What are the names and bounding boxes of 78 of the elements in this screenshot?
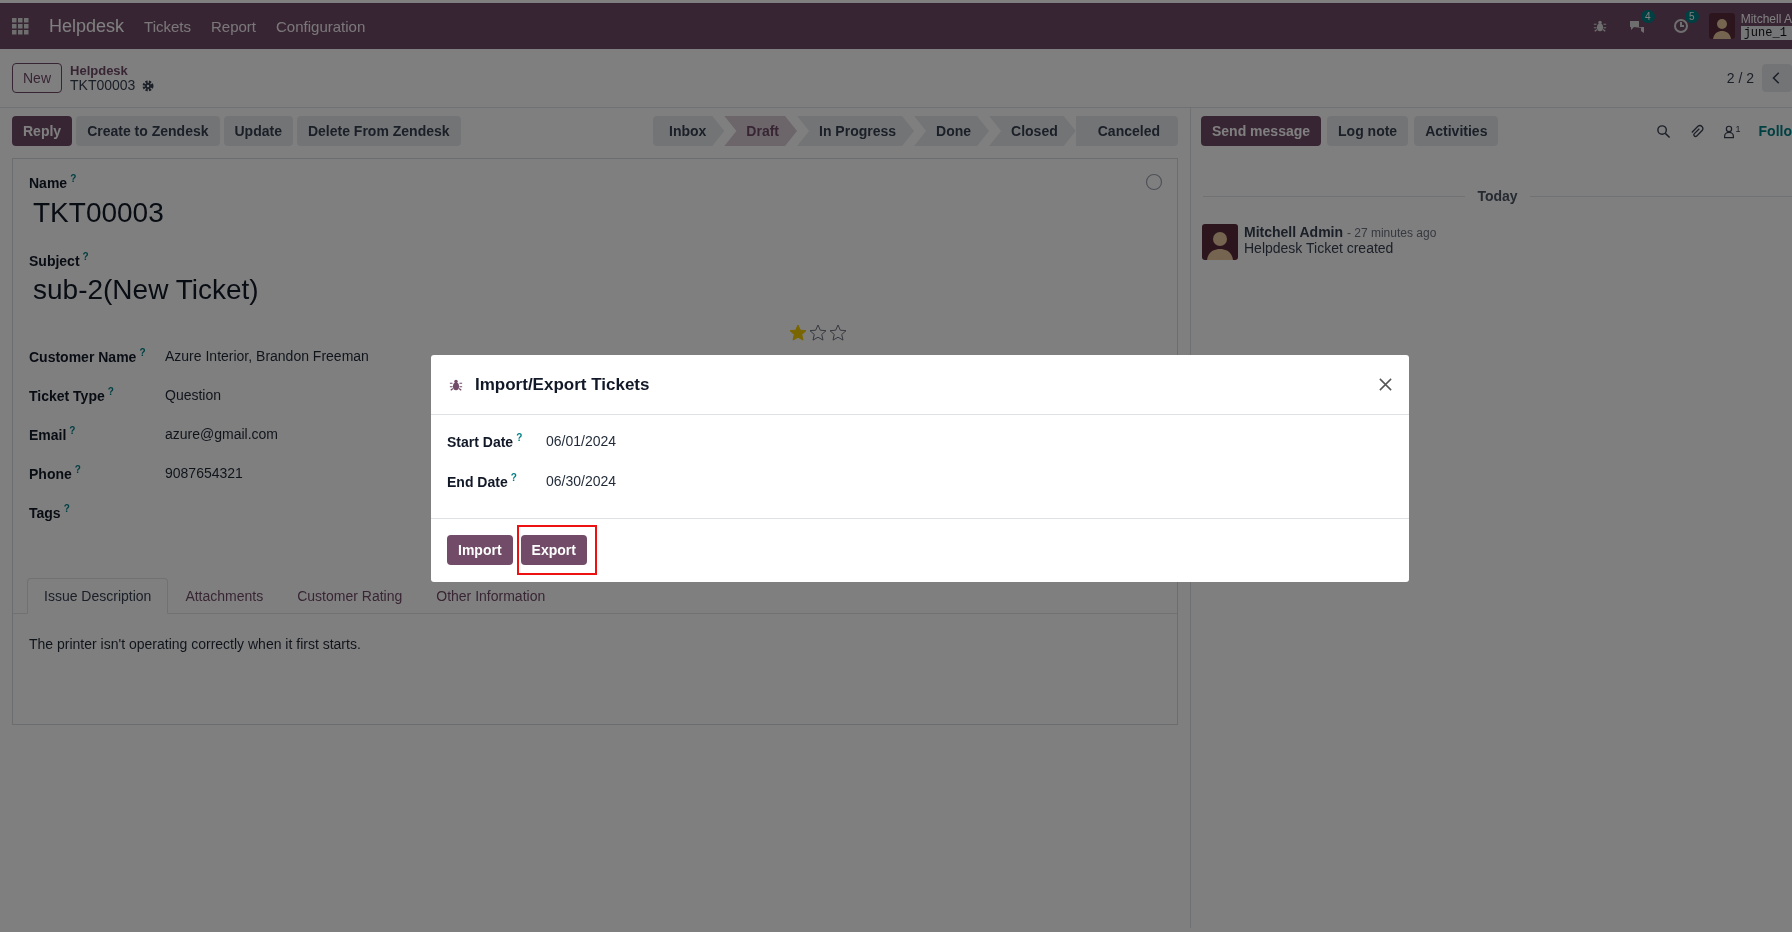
pager-value: 2 / 2	[1726, 70, 1754, 86]
dialog-title: Import/Export Tickets	[475, 374, 650, 395]
message-count-badge: 4	[1641, 10, 1655, 23]
field-value: 9087654321	[165, 465, 243, 482]
search-icon[interactable]	[1655, 123, 1671, 139]
status-circle-icon[interactable]	[1145, 173, 1163, 191]
action-button[interactable]: Create to Zendesk	[76, 116, 220, 146]
bug-icon[interactable]	[1592, 19, 1607, 33]
help-mark: ?	[63, 503, 70, 515]
database-name: june_1	[1740, 26, 1792, 40]
record-name: TKT00003	[70, 78, 136, 93]
field-label: Phone	[29, 466, 72, 483]
field-label: Start Date	[447, 433, 514, 450]
subject-value: sub-2(New Ticket)	[33, 274, 260, 307]
chatter-button[interactable]: Send message	[1201, 116, 1322, 146]
star-icon[interactable]	[829, 324, 847, 343]
breadcrumb-link[interactable]: Helpdesk	[70, 63, 156, 78]
avatar-icon	[1202, 224, 1238, 260]
clock-icon[interactable]	[1672, 18, 1689, 34]
help-mark: ?	[139, 347, 146, 359]
star-icon[interactable]	[809, 324, 827, 343]
chatter-button[interactable]: Log note	[1327, 116, 1409, 146]
message-time: - 27 minutes ago	[1346, 226, 1437, 240]
activity-count-badge: 5	[1685, 10, 1699, 23]
message-body: Helpdesk Ticket created	[1244, 240, 1395, 256]
action-button[interactable]: Update	[223, 116, 293, 146]
help-mark: ?	[70, 173, 77, 184]
follow-button[interactable]: Follo	[1758, 123, 1792, 139]
stage-tab[interactable]: Inbox	[653, 116, 725, 146]
previous-button[interactable]	[1762, 64, 1792, 92]
date-value[interactable]: 06/01/2024	[546, 433, 617, 449]
notebook-tab[interactable]: Customer Rating	[280, 578, 420, 615]
gear-icon[interactable]	[141, 78, 156, 93]
action-button[interactable]: Reply	[12, 116, 73, 146]
name-value: TKT00003	[33, 196, 165, 229]
field-label: Customer Name	[29, 349, 137, 366]
star-icon[interactable]	[789, 324, 807, 343]
stage-tab[interactable]: Canceled	[1075, 116, 1178, 146]
follower-icon[interactable]	[1721, 123, 1736, 139]
field-label: Subject	[29, 252, 80, 269]
action-button[interactable]: Delete From Zendesk	[296, 116, 461, 146]
field-label: Email	[29, 427, 67, 444]
field-label: Ticket Type	[29, 388, 105, 405]
export-button[interactable]: Export	[520, 535, 587, 565]
avatar-icon[interactable]	[1708, 13, 1735, 39]
field-label: End Date	[447, 473, 508, 490]
bug-icon	[449, 377, 463, 392]
stage-tab[interactable]: In Progress	[797, 116, 915, 146]
help-mark: ?	[510, 472, 517, 484]
stage-tab[interactable]: Done	[914, 116, 990, 146]
close-icon	[1378, 377, 1393, 392]
help-mark: ?	[74, 464, 81, 476]
field-label: Name	[29, 174, 68, 191]
import-button[interactable]: Import	[447, 535, 513, 565]
follower-count: 1	[1735, 123, 1741, 134]
stage-tab[interactable]: Draft	[724, 116, 798, 146]
help-mark: ?	[82, 250, 89, 262]
app-title[interactable]: Helpdesk	[49, 15, 125, 37]
apps-grid-icon[interactable]	[12, 17, 29, 35]
new-button[interactable]: New	[12, 63, 62, 93]
stage-tab[interactable]: Closed	[989, 116, 1076, 146]
field-label: Tags	[29, 505, 61, 522]
help-mark: ?	[516, 432, 523, 444]
date-separator: Today	[1477, 188, 1518, 204]
menu-item[interactable]: Report	[211, 17, 257, 35]
notebook-tab[interactable]: Other Information	[419, 578, 563, 615]
notebook-tab[interactable]: Attachments	[168, 578, 281, 615]
close-button[interactable]	[1376, 375, 1395, 394]
notebook-tab[interactable]: Issue Description	[27, 578, 169, 615]
menu-item[interactable]: Tickets	[144, 17, 191, 35]
message-author: Mitchell Admin	[1244, 224, 1344, 240]
menu-item[interactable]: Configuration	[276, 17, 366, 35]
user-name: Mitchell A	[1740, 12, 1792, 26]
date-value[interactable]: 06/30/2024	[546, 473, 617, 489]
help-mark: ?	[107, 386, 114, 398]
chatter-button[interactable]: Activities	[1414, 116, 1499, 146]
help-mark: ?	[69, 425, 76, 437]
issue-description: The printer isn't operating correctly when it first starts.	[29, 636, 362, 653]
